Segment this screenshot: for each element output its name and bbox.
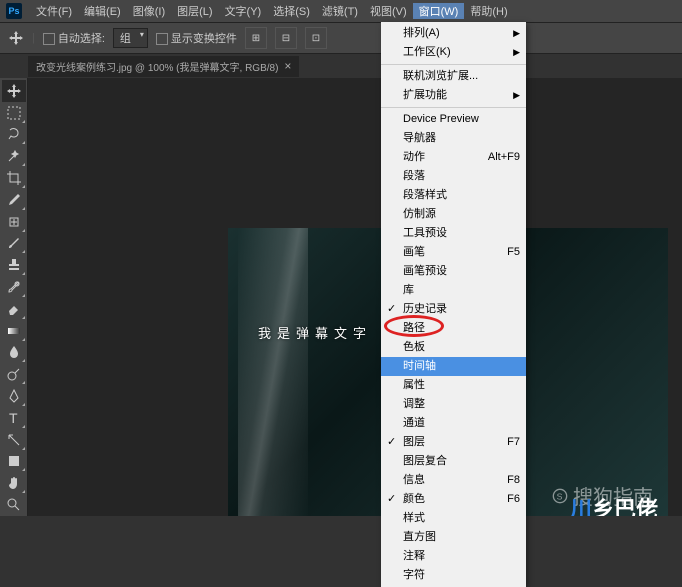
window-menu-item[interactable]: 动作Alt+F9 [381, 148, 526, 167]
window-menu-item[interactable]: 样式 [381, 509, 526, 528]
window-menu-item[interactable]: 画笔F5 [381, 243, 526, 262]
window-menu-item[interactable]: 信息F8 [381, 471, 526, 490]
menu-item[interactable]: 图像(I) [127, 3, 171, 19]
menu-item[interactable]: 视图(V) [364, 3, 413, 19]
eyedropper-tool[interactable] [2, 189, 26, 211]
align-icon-3[interactable]: ⊡ [305, 27, 327, 49]
shape-tool[interactable] [2, 451, 26, 473]
document-tab-bar: 改变光线案例练习.jpg @ 100% (我是弹幕文字, RGB/8) × [0, 54, 682, 78]
document-tab[interactable]: 改变光线案例练习.jpg @ 100% (我是弹幕文字, RGB/8) × [28, 56, 299, 77]
window-menu-item[interactable]: 工具预设 [381, 224, 526, 243]
marquee-tool[interactable] [2, 102, 26, 124]
menu-bar: Ps 文件(F)编辑(E)图像(I)图层(L)文字(Y)选择(S)滤镜(T)视图… [0, 0, 682, 22]
window-menu-item[interactable]: 仿制源 [381, 205, 526, 224]
hand-tool[interactable] [2, 472, 26, 494]
window-menu-item[interactable]: 段落 [381, 167, 526, 186]
window-menu-item[interactable]: 时间轴 [381, 357, 526, 376]
canvas-text-layer: 我是弹幕文字 [258, 323, 372, 342]
show-transform-checkbox[interactable]: 显示变换控件 [156, 30, 237, 46]
type-tool[interactable]: T [2, 407, 26, 429]
pen-tool[interactable] [2, 385, 26, 407]
app-logo: Ps [6, 3, 22, 19]
lasso-tool[interactable] [2, 124, 26, 146]
healing-tool[interactable] [2, 211, 26, 233]
magic-wand-tool[interactable] [2, 145, 26, 167]
window-menu-item[interactable]: 画笔预设 [381, 262, 526, 281]
crop-tool[interactable] [2, 167, 26, 189]
menu-item[interactable]: 编辑(E) [78, 3, 127, 19]
menu-separator [381, 107, 526, 108]
tool-palette: T [0, 78, 28, 516]
menu-item[interactable]: 选择(S) [267, 3, 316, 19]
window-menu-item[interactable]: 库 [381, 281, 526, 300]
window-menu-item[interactable]: ✓颜色F6 [381, 490, 526, 509]
menu-separator [381, 64, 526, 65]
gradient-tool[interactable] [2, 320, 26, 342]
menu-item[interactable]: 窗口(W) [413, 3, 465, 19]
window-menu-item[interactable]: 图层复合 [381, 452, 526, 471]
window-menu-item[interactable]: ✓图层F7 [381, 433, 526, 452]
tab-title: 改变光线案例练习.jpg @ 100% (我是弹幕文字, RGB/8) [36, 59, 278, 74]
align-icon[interactable]: ⊞ [245, 27, 267, 49]
zoom-tool[interactable] [2, 494, 26, 516]
history-brush-tool[interactable] [2, 276, 26, 298]
svg-text:T: T [9, 410, 18, 426]
close-icon[interactable]: × [284, 59, 291, 73]
workspace: T 我是弹幕文字 S 搜狗指南 川乡巴佬 www.386w.com [0, 78, 682, 516]
brush-tool[interactable] [2, 233, 26, 255]
menu-item[interactable]: 图层(L) [171, 3, 218, 19]
window-menu-item[interactable]: ✓历史记录 [381, 300, 526, 319]
options-bar: | 自动选择: 组 显示变换控件 ⊞ ⊟ ⊡ [0, 22, 682, 54]
window-menu-item[interactable]: 直方图 [381, 528, 526, 547]
svg-text:S: S [557, 491, 563, 501]
menu-item[interactable]: 帮助(H) [464, 3, 513, 19]
menu-item[interactable]: 滤镜(T) [316, 3, 364, 19]
path-tool[interactable] [2, 429, 26, 451]
window-menu-item[interactable]: 联机浏览扩展... [381, 67, 526, 86]
align-icon-2[interactable]: ⊟ [275, 27, 297, 49]
window-menu-item[interactable]: 段落样式 [381, 186, 526, 205]
window-menu-item[interactable]: 调整 [381, 395, 526, 414]
eraser-tool[interactable] [2, 298, 26, 320]
window-menu-item[interactable]: 扩展功能▶ [381, 86, 526, 105]
menu-item[interactable]: 文字(Y) [219, 3, 268, 19]
dodge-tool[interactable] [2, 363, 26, 385]
window-menu-item[interactable]: 注释 [381, 547, 526, 566]
window-menu-item[interactable]: Device Preview [381, 110, 526, 129]
move-tool[interactable] [2, 80, 26, 102]
stamp-tool[interactable] [2, 254, 26, 276]
menu-item[interactable]: 文件(F) [30, 3, 78, 19]
window-menu-item[interactable]: 排列(A)▶ [381, 24, 526, 43]
window-menu-item[interactable]: 通道 [381, 414, 526, 433]
window-menu-item[interactable]: 导航器 [381, 129, 526, 148]
watermark-brand: 川乡巴佬 www.386w.com [570, 492, 658, 516]
window-menu-item[interactable]: 路径 [381, 319, 526, 338]
layer-group-dropdown[interactable]: 组 [113, 28, 148, 48]
window-menu-item[interactable]: 工作区(K)▶ [381, 43, 526, 62]
window-menu-item[interactable]: 属性 [381, 376, 526, 395]
auto-select-checkbox[interactable]: 自动选择: [43, 30, 105, 46]
window-menu-dropdown: 排列(A)▶工作区(K)▶ 联机浏览扩展...扩展功能▶ Device Previe… [381, 22, 526, 587]
canvas-area[interactable]: 我是弹幕文字 S 搜狗指南 川乡巴佬 www.386w.com [28, 78, 682, 516]
window-menu-item[interactable]: 字符 [381, 566, 526, 585]
move-tool-icon [8, 30, 24, 46]
window-menu-item[interactable]: 色板 [381, 338, 526, 357]
blur-tool[interactable] [2, 342, 26, 364]
